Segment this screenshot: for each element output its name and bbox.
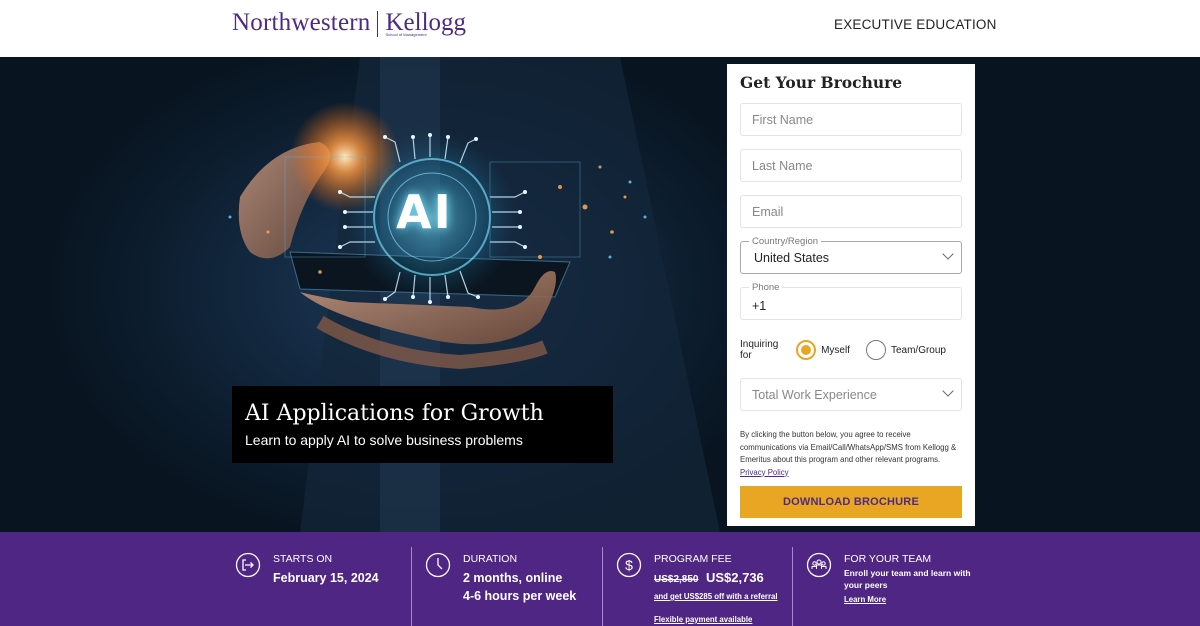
program-title: AI Applications for Growth xyxy=(245,401,544,426)
brochure-form: Get Your Brochure Country/Region United … xyxy=(727,64,975,526)
first-name-field-wrapper xyxy=(740,103,962,136)
program-fee-heading: PROGRAM FEE xyxy=(654,553,732,565)
ai-hologram-text: AI xyxy=(396,185,453,239)
privacy-policy-link[interactable]: Privacy Policy xyxy=(740,468,789,477)
learn-more-link[interactable]: Learn More xyxy=(844,595,886,604)
radio-checked-icon xyxy=(796,340,817,360)
fee-original: US$2,850 xyxy=(654,574,699,585)
clock-icon xyxy=(425,552,451,578)
program-title-box: AI Applications for Growth Learn to appl… xyxy=(232,386,613,463)
for-your-team-heading: FOR YOUR TEAM xyxy=(844,553,932,565)
country-label: Country/Region xyxy=(749,236,822,247)
radio-myself[interactable]: Myself xyxy=(796,340,850,360)
radio-myself-label: Myself xyxy=(821,344,850,356)
team-icon xyxy=(806,552,832,578)
country-select[interactable]: Country/Region United States xyxy=(740,236,962,274)
duration-heading: DURATION xyxy=(463,553,518,565)
email-field-wrapper xyxy=(740,195,962,228)
enter-icon xyxy=(235,552,261,578)
phone-label: Phone xyxy=(749,282,783,293)
hero-banner: AI AI Applications for Growth Learn to a… xyxy=(0,57,1200,532)
duration-value-line2: 4-6 hours per week xyxy=(463,589,577,603)
consent-text-block: By clicking the button below, you agree … xyxy=(740,429,962,479)
consent-text: By clicking the button below, you agree … xyxy=(740,430,957,464)
radio-team-group-label: Team/Group xyxy=(890,344,946,356)
program-subtitle: Learn to apply AI to solve business prob… xyxy=(245,432,523,448)
stat-program-fee: $ PROGRAM FEE US$2,850 US$2,736 and get … xyxy=(603,532,793,626)
for-your-team-text: Enroll your team and learn with your pee… xyxy=(844,568,971,590)
chevron-down-icon xyxy=(942,248,954,260)
northwestern-kellogg-logo[interactable]: Northwestern Kellogg School of Managemen… xyxy=(232,8,466,38)
executive-education-label: EXECUTIVE EDUCATION xyxy=(834,17,997,32)
logo-subtitle: School of Management xyxy=(385,32,427,37)
country-value: United States xyxy=(754,251,830,265)
phone-field: Phone xyxy=(740,282,962,320)
program-stats-bar: STARTS ON February 15, 2024 DURATION 2 m… xyxy=(0,532,1200,626)
starts-on-heading: STARTS ON xyxy=(273,553,333,565)
last-name-input[interactable] xyxy=(741,150,961,181)
email-input[interactable] xyxy=(741,196,961,227)
starts-on-value: February 15, 2024 xyxy=(273,571,379,585)
inquiring-for-group: Inquiring for Myself Team/Group xyxy=(740,339,962,361)
work-experience-select[interactable]: Total Work Experience xyxy=(740,378,962,411)
flexible-payment-link[interactable]: Flexible payment available xyxy=(654,615,752,624)
fee-current: US$2,736 xyxy=(705,570,764,585)
radio-unchecked-icon xyxy=(865,340,886,360)
chevron-down-icon xyxy=(942,385,954,397)
duration-value-line1: 2 months, online xyxy=(463,571,563,585)
svg-text:$: $ xyxy=(625,557,633,573)
radio-team-group[interactable]: Team/Group xyxy=(865,340,946,360)
download-brochure-button[interactable]: DOWNLOAD BROCHURE xyxy=(740,486,962,518)
program-fee-values: US$2,850 US$2,736 xyxy=(654,569,764,589)
site-header: Northwestern Kellogg School of Managemen… xyxy=(0,0,1200,57)
work-experience-placeholder: Total Work Experience xyxy=(752,388,877,402)
stat-starts-on: STARTS ON February 15, 2024 xyxy=(0,532,412,626)
logo-northwestern: Northwestern xyxy=(232,9,371,36)
dollar-icon: $ xyxy=(616,552,642,578)
last-name-field-wrapper xyxy=(740,149,962,182)
logo-divider xyxy=(377,11,379,37)
inquiring-for-label: Inquiring for xyxy=(740,339,779,361)
stat-duration: DURATION 2 months, online 4-6 hours per … xyxy=(412,532,603,626)
logo-kellogg-block: Kellogg School of Management xyxy=(385,8,466,37)
first-name-input[interactable] xyxy=(741,104,961,135)
referral-link[interactable]: and get US$285 off with a referral xyxy=(654,592,778,601)
stat-for-your-team: FOR YOUR TEAM Enroll your team and learn… xyxy=(793,532,993,626)
form-title: Get Your Brochure xyxy=(740,73,903,92)
